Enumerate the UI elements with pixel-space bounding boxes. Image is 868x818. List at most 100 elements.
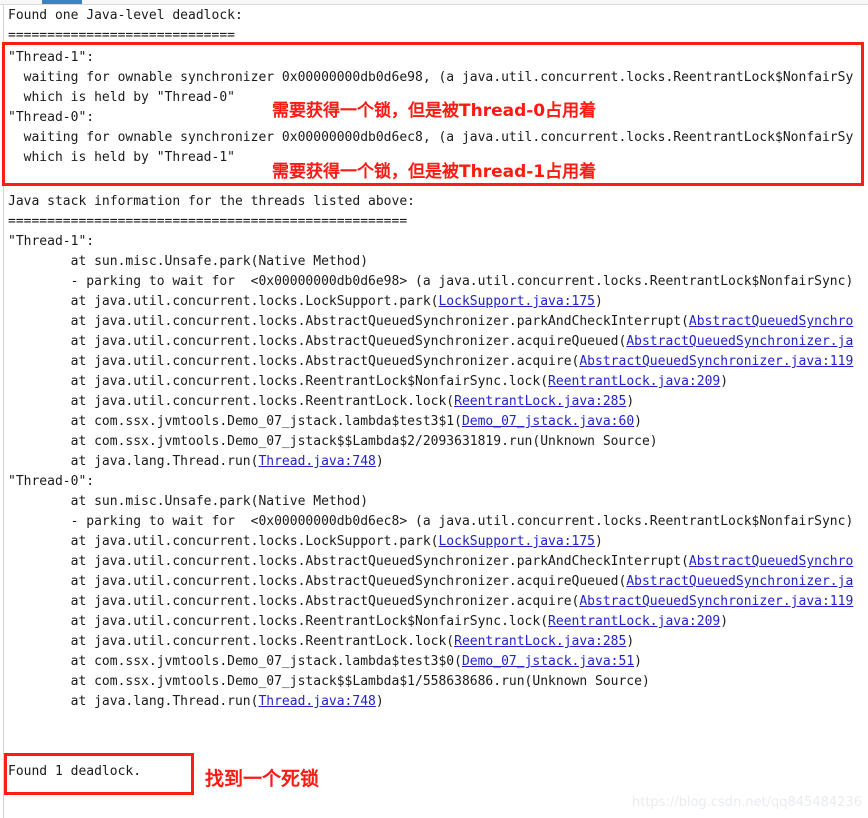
console-line-text: - parking to wait for <0x00000000db0d6ec… (8, 514, 854, 529)
console-line-text: at java.util.concurrent.locks.ReentrantL… (8, 634, 455, 649)
source-link[interactable]: LockSupport.java:175 (438, 534, 595, 549)
console-line: at java.util.concurrent.locks.LockSuppor… (8, 295, 603, 309)
console-line-tail: ) (634, 654, 642, 669)
console-line: at java.util.concurrent.locks.ReentrantL… (8, 615, 728, 629)
console-line: waiting for ownable synchronizer 0x00000… (8, 130, 854, 145)
annotation-found-deadlock-note: 找到一个死锁 (205, 768, 320, 790)
console-line-text: at java.util.concurrent.locks.ReentrantL… (8, 394, 455, 409)
console-line: ============================= (8, 29, 235, 43)
console-line-text: at com.ssx.jvmtools.Demo_07_jstack$$Lamb… (8, 434, 658, 449)
console-line-text: ========================================… (8, 214, 408, 229)
console-line-text: at com.ssx.jvmtools.Demo_07_jstack.lambd… (8, 654, 462, 669)
console-line-text: Found one Java-level deadlock: (8, 8, 243, 23)
console-line: at com.ssx.jvmtools.Demo_07_jstack$$Lamb… (8, 435, 658, 449)
jstack-console-output[interactable]: Found one Java-level deadlock: ==========… (0, 5, 868, 818)
console-line-text: at java.util.concurrent.locks.AbstractQu… (8, 334, 627, 349)
console-line: at java.util.concurrent.locks.AbstractQu… (8, 314, 854, 329)
console-line-text: at java.util.concurrent.locks.LockSuppor… (8, 534, 439, 549)
console-line: Java stack information for the threads l… (8, 195, 415, 209)
source-link[interactable]: AbstractQueuedSynchronizer.ja (626, 334, 853, 349)
console-line: at java.util.concurrent.locks.AbstractQu… (8, 354, 854, 369)
console-line-text: at java.util.concurrent.locks.AbstractQu… (8, 354, 580, 369)
console-line-text: at java.util.concurrent.locks.ReentrantL… (8, 614, 549, 629)
console-line: at java.util.concurrent.locks.ReentrantL… (8, 375, 728, 389)
console-line-text: waiting for ownable synchronizer 0x00000… (8, 130, 854, 145)
console-line-text: at com.ssx.jvmtools.Demo_07_jstack$$Lamb… (8, 674, 650, 689)
console-line-tail: ) (626, 634, 635, 649)
console-line-text: "Thread-0": (8, 110, 95, 125)
console-line: at sun.misc.Unsafe.park(Native Method) (8, 255, 368, 269)
console-line: at java.util.concurrent.locks.ReentrantL… (8, 394, 635, 409)
console-line-text: Found 1 deadlock. (8, 764, 142, 779)
console-line: at java.util.concurrent.locks.LockSuppor… (8, 535, 603, 549)
console-line-text: "Thread-1": (8, 234, 95, 249)
console-line: at sun.misc.Unsafe.park(Native Method) (8, 495, 368, 509)
console-line: - parking to wait for <0x00000000db0d6e9… (8, 274, 854, 289)
console-line-text: at java.lang.Thread.run( (8, 694, 259, 709)
annotation-thread1-lock-note: 需要获得一个锁，但是被Thread-0占用着 (272, 101, 597, 121)
console-line-text: at sun.misc.Unsafe.park(Native Method) (8, 494, 369, 509)
source-link[interactable]: AbstractQueuedSynchro (689, 314, 853, 329)
console-line: Found one Java-level deadlock: (8, 9, 243, 23)
console-line: at java.util.concurrent.locks.AbstractQu… (8, 554, 854, 569)
console-line-tail: ) (626, 394, 635, 409)
console-line-text: at com.ssx.jvmtools.Demo_07_jstack.lambd… (8, 414, 462, 429)
source-link[interactable]: AbstractQueuedSynchro (689, 554, 853, 569)
console-line: "Thread-1": (8, 235, 94, 249)
console-line-text: which is held by "Thread-0" (8, 90, 235, 105)
console-line-text: at java.util.concurrent.locks.AbstractQu… (8, 594, 580, 609)
console-line-tail: ) (720, 374, 729, 389)
console-line-tail: ) (375, 694, 384, 709)
console-line: "Thread-1": (8, 51, 94, 65)
console-line: at java.util.concurrent.locks.AbstractQu… (8, 574, 854, 589)
console-line-text: at java.util.concurrent.locks.AbstractQu… (8, 314, 689, 329)
console-line-text: ============================= (8, 28, 235, 43)
console-line-text: at sun.misc.Unsafe.park(Native Method) (8, 254, 369, 269)
console-line-text: Java stack information for the threads l… (8, 194, 415, 209)
source-link[interactable]: Thread.java:748 (258, 454, 375, 469)
csdn-watermark: https://blog.csdn.net/qq845484236 (631, 795, 862, 810)
console-line: at com.ssx.jvmtools.Demo_07_jstack.lambd… (8, 655, 642, 669)
console-line: "Thread-0": (8, 111, 94, 125)
source-link[interactable]: Thread.java:748 (258, 694, 375, 709)
console-line: at com.ssx.jvmtools.Demo_07_jstack$$Lamb… (8, 675, 650, 689)
active-tab-indicator[interactable] (42, 0, 82, 4)
source-link[interactable]: ReentrantLock.java:285 (454, 394, 626, 409)
console-line: at java.lang.Thread.run(Thread.java:748) (8, 695, 384, 709)
console-line: "Thread-0": (8, 475, 94, 489)
console-line-tail: ) (634, 414, 642, 429)
source-link[interactable]: Demo_07_jstack.java:51 (462, 654, 634, 669)
console-line: which is held by "Thread-0" (8, 91, 235, 105)
console-line-text: which is held by "Thread-1" (8, 150, 235, 165)
source-link[interactable]: ReentrantLock.java:209 (548, 374, 720, 389)
console-line-text: at java.lang.Thread.run( (8, 454, 259, 469)
console-line-text: at java.util.concurrent.locks.ReentrantL… (8, 374, 549, 389)
console-line-text: "Thread-0": (8, 474, 95, 489)
console-line-text: waiting for ownable synchronizer 0x00000… (8, 70, 854, 85)
source-link[interactable]: AbstractQueuedSynchronizer.java:119 (579, 594, 853, 609)
console-line-text: at java.util.concurrent.locks.LockSuppor… (8, 294, 439, 309)
console-line: at java.util.concurrent.locks.AbstractQu… (8, 334, 854, 349)
console-line-text: - parking to wait for <0x00000000db0d6e9… (8, 274, 854, 289)
console-line-tail: ) (720, 614, 729, 629)
source-link[interactable]: ReentrantLock.java:209 (548, 614, 720, 629)
console-line: ========================================… (8, 215, 407, 229)
console-line: waiting for ownable synchronizer 0x00000… (8, 70, 854, 85)
console-line: at java.util.concurrent.locks.ReentrantL… (8, 634, 635, 649)
console-line-tail: ) (595, 294, 603, 309)
console-line: Found 1 deadlock. (8, 765, 141, 779)
source-link[interactable]: LockSupport.java:175 (438, 294, 595, 309)
console-line-text: "Thread-1": (8, 50, 95, 65)
console-line: - parking to wait for <0x00000000db0d6ec… (8, 514, 854, 529)
source-link[interactable]: ReentrantLock.java:285 (454, 634, 626, 649)
console-line: which is held by "Thread-1" (8, 151, 235, 165)
console-line-tail: ) (595, 534, 603, 549)
console-line: at java.lang.Thread.run(Thread.java:748) (8, 455, 384, 469)
console-line-text: at java.util.concurrent.locks.AbstractQu… (8, 574, 627, 589)
console-line: at java.util.concurrent.locks.AbstractQu… (8, 594, 854, 609)
source-link[interactable]: Demo_07_jstack.java:60 (462, 414, 634, 429)
console-line-text: at java.util.concurrent.locks.AbstractQu… (8, 554, 689, 569)
source-link[interactable]: AbstractQueuedSynchronizer.ja (626, 574, 853, 589)
source-link[interactable]: AbstractQueuedSynchronizer.java:119 (579, 354, 853, 369)
console-line: at com.ssx.jvmtools.Demo_07_jstack.lambd… (8, 415, 642, 429)
